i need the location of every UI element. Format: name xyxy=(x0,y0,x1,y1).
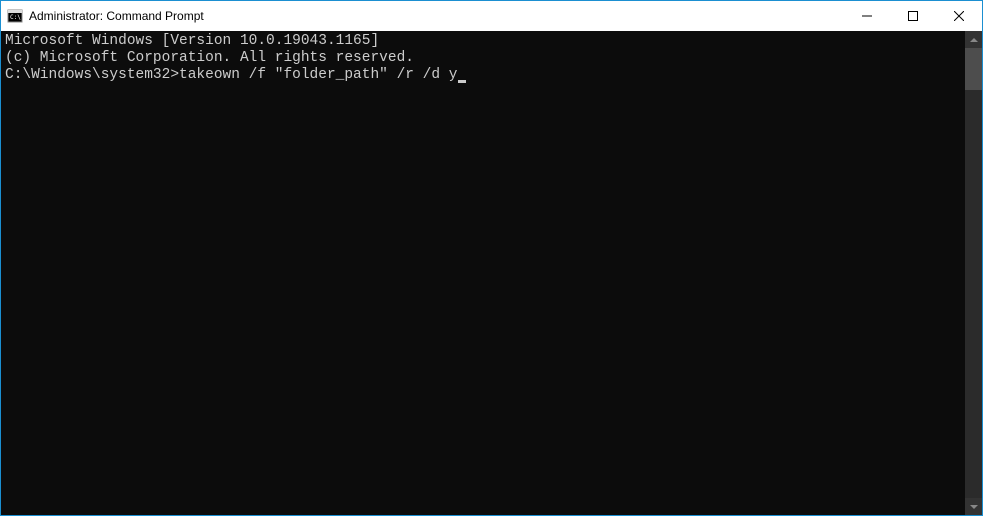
scroll-thumb[interactable] xyxy=(965,48,982,90)
cursor xyxy=(458,80,466,83)
chevron-up-icon xyxy=(970,38,978,42)
maximize-button[interactable] xyxy=(890,1,936,31)
vertical-scrollbar[interactable] xyxy=(965,31,982,515)
minimize-icon xyxy=(862,11,872,21)
console-line-prompt: C:\Windows\system32>takeown /f "folder_p… xyxy=(5,67,961,84)
minimize-button[interactable] xyxy=(844,1,890,31)
close-button[interactable] xyxy=(936,1,982,31)
window-title: Administrator: Command Prompt xyxy=(29,9,844,23)
scroll-up-button[interactable] xyxy=(965,31,982,48)
console-prompt: C:\Windows\system32> xyxy=(5,67,179,83)
command-prompt-window: C:\ Administrator: Command Prompt xyxy=(0,0,983,516)
console-line-version: Microsoft Windows [Version 10.0.19043.11… xyxy=(5,33,961,50)
console-area[interactable]: Microsoft Windows [Version 10.0.19043.11… xyxy=(1,31,982,515)
chevron-down-icon xyxy=(970,505,978,509)
close-icon xyxy=(954,11,964,21)
console-line-copyright: (c) Microsoft Corporation. All rights re… xyxy=(5,50,961,67)
cmd-icon: C:\ xyxy=(7,8,23,24)
console-command: takeown /f "folder_path" /r /d y xyxy=(179,67,457,83)
titlebar[interactable]: C:\ Administrator: Command Prompt xyxy=(1,1,982,31)
console-content[interactable]: Microsoft Windows [Version 10.0.19043.11… xyxy=(1,31,965,515)
window-controls xyxy=(844,1,982,31)
svg-text:C:\: C:\ xyxy=(10,14,21,21)
scroll-down-button[interactable] xyxy=(965,498,982,515)
maximize-icon xyxy=(908,11,918,21)
